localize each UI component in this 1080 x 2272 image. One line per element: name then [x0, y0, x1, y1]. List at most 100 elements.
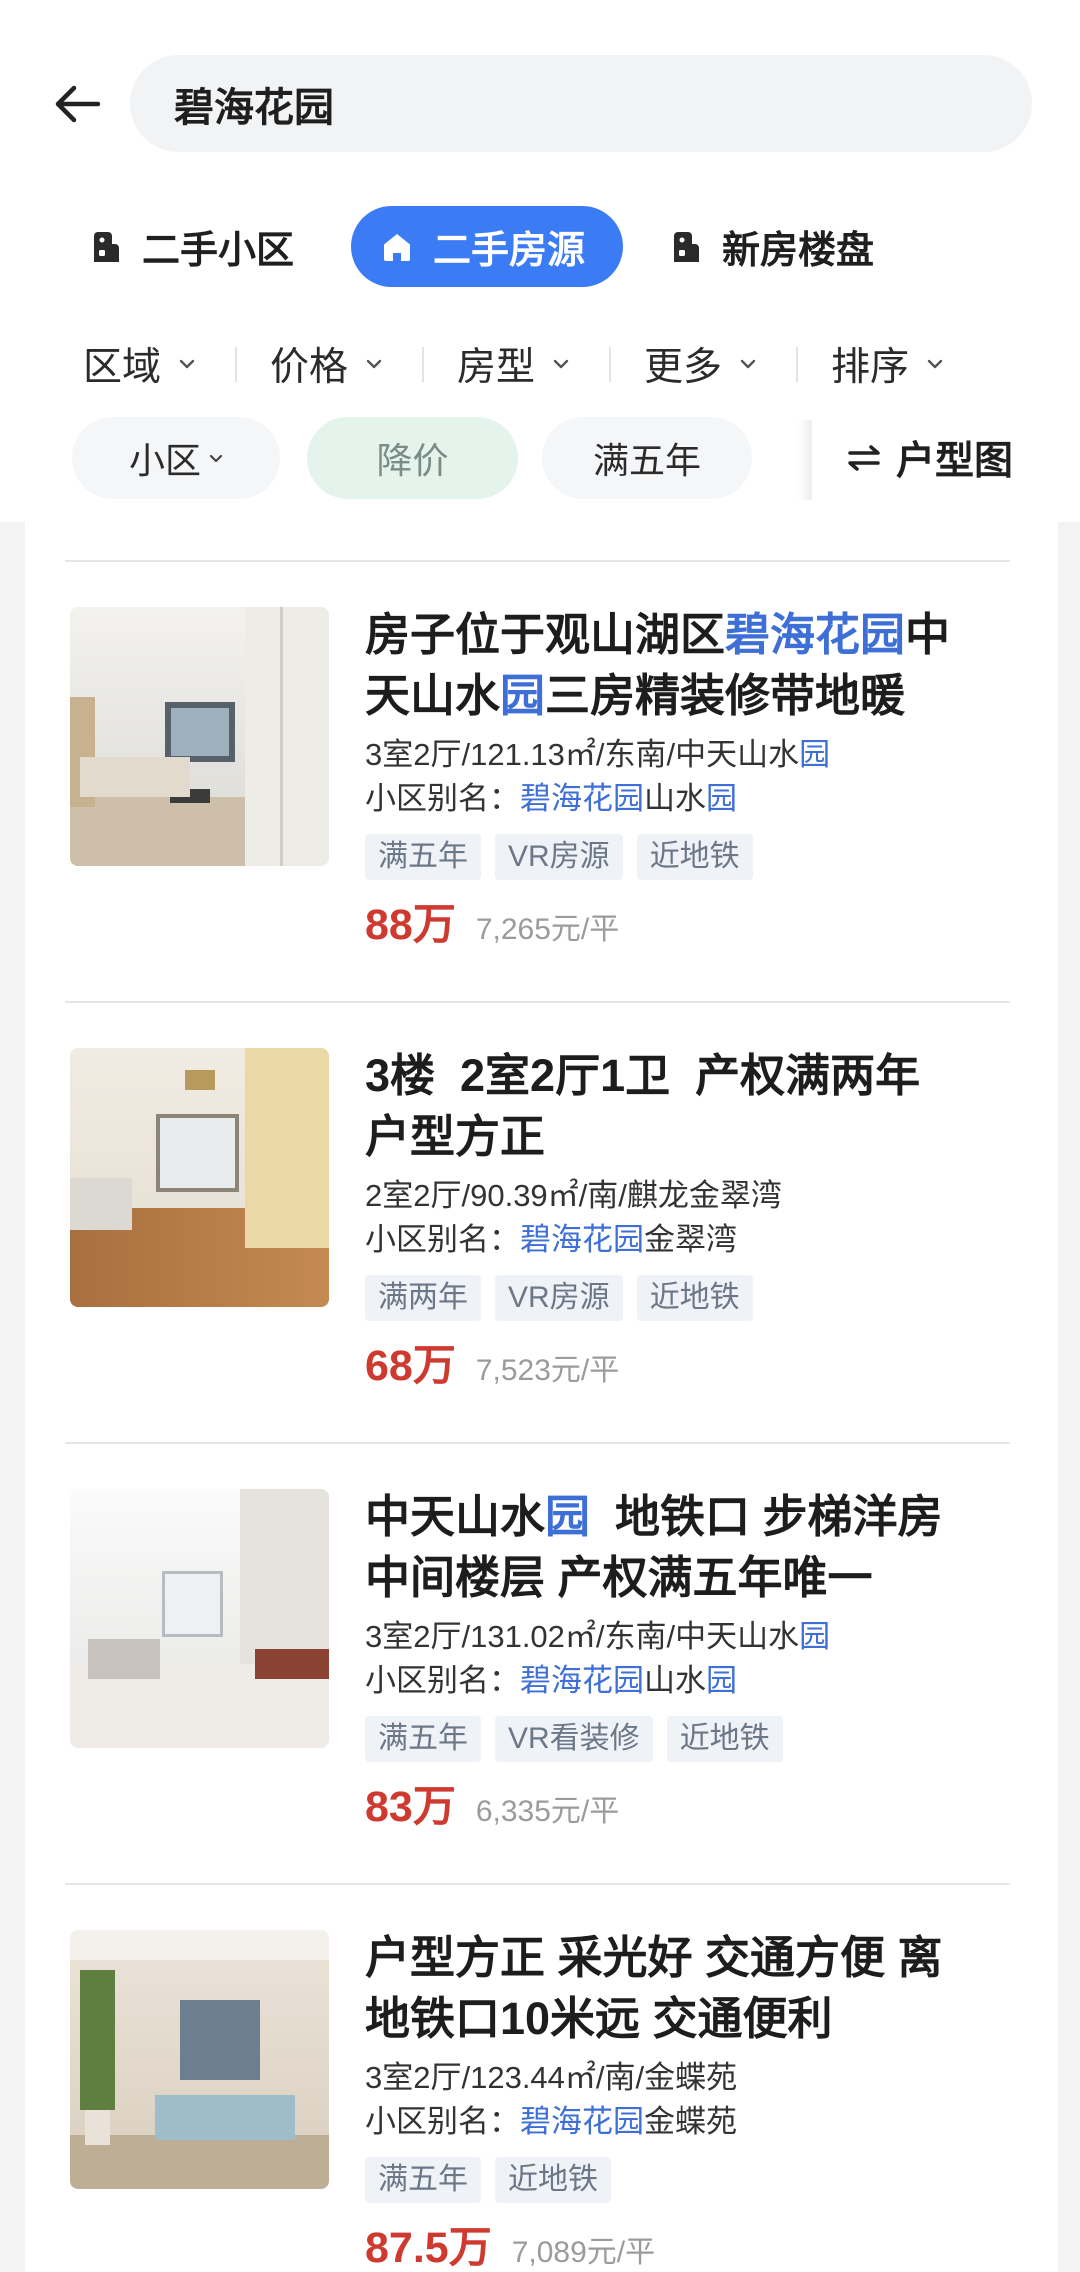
chip-price-drop[interactable]: 降价 [307, 417, 518, 499]
scroll-fade-edge [798, 420, 812, 500]
listing-card[interactable]: 房子位于观山湖区碧海花园中 天山水园三房精装修带地暖 3室2厅/121.13㎡/东南… [25, 560, 1058, 1001]
community-alias: 小区别名：碧海花园山水园 [365, 777, 737, 821]
info-text: 3室2厅/131.02㎡/东南/中天山水 [365, 1619, 800, 1654]
filter-layout[interactable]: 房型 [457, 340, 611, 389]
keyword-highlight: 园 [799, 737, 831, 772]
listing-title: 房子位于观山湖区碧海花园中 天山水园三房精装修带地暖 [365, 604, 950, 726]
chevron-down-icon [927, 359, 943, 369]
unit-price: 7,523元/平 [475, 1354, 620, 1387]
tag-list: 满五年 VR房源 近地铁 [365, 834, 753, 880]
listing-divider [65, 1883, 1010, 1885]
listing-photo [70, 1489, 329, 1748]
listing-photo [70, 607, 329, 866]
layout-info: 2室2厅/90.39㎡/南/麒龙金翠湾 [365, 1174, 782, 1218]
filter-price[interactable]: 价格 [270, 340, 424, 389]
keyword-highlight: 碧海花园 [520, 781, 644, 816]
total-price: 83万 [365, 1783, 456, 1831]
alias-text: 山水 [644, 1663, 706, 1698]
header: 碧海花园 二手小区 二手房源 新房楼盘 区域 价格 房型 更多 排序 小区 降价… [0, 0, 1080, 522]
filter-label: 区域 [83, 346, 162, 389]
price-row: 68万 7,523元/平 [365, 1344, 619, 1388]
floorplan-button[interactable]: 户型图 [846, 430, 1013, 486]
filter-more[interactable]: 更多 [644, 340, 798, 389]
info-text: 3室2厅/123.44㎡/南/金蝶苑 [365, 2060, 738, 2095]
tab-second-hand-listings[interactable]: 二手房源 [351, 206, 623, 287]
feature-tag: 近地铁 [636, 1275, 753, 1321]
title-text: 户型方正 [365, 1111, 546, 1162]
title-text: 中间楼层 产权满五年唯一 [365, 1552, 873, 1603]
keyword-highlight: 园 [706, 781, 737, 816]
tab-second-hand-community[interactable]: 二手小区 [90, 206, 294, 287]
feature-tag: 近地铁 [666, 1716, 783, 1762]
title-text: 地铁口 步梯洋房 [590, 1491, 943, 1542]
chevron-down-icon [740, 359, 756, 369]
feature-tag: VR看装修 [495, 1716, 653, 1762]
listing-card[interactable]: 中天山水园 地铁口 步梯洋房 中间楼层 产权满五年唯一 3室2厅/131.02㎡/东… [25, 1442, 1058, 1883]
listing-divider [65, 1442, 1010, 1444]
filter-area[interactable]: 区域 [83, 340, 237, 389]
chevron-down-icon [179, 359, 195, 369]
title-text: 地铁口10米远 交通便利 [365, 1993, 833, 2044]
alias-text: 小区别名： [365, 781, 520, 816]
listing-photo [70, 1048, 329, 1307]
feature-tag: VR房源 [495, 1275, 623, 1321]
keyword-highlight: 园 [545, 1491, 591, 1542]
tab-new-homes[interactable]: 新房楼盘 [670, 206, 874, 287]
alias-text: 金蝶苑 [644, 2104, 737, 2139]
unit-price: 7,265元/平 [475, 913, 620, 946]
info-text: 3室2厅/121.13㎡/东南/中天山水 [365, 737, 800, 772]
alias-text: 金翠湾 [644, 1222, 737, 1257]
chevron-down-icon [209, 454, 223, 462]
filter-label: 更多 [644, 346, 723, 389]
community-alias: 小区别名：碧海花园金翠湾 [365, 1218, 737, 1262]
listing-divider [65, 1001, 1010, 1003]
title-text: 户型方正 采光好 交通方便 离 [365, 1932, 943, 1983]
tag-list: 满两年 VR房源 近地铁 [365, 1275, 753, 1321]
listing-results[interactable]: 房子位于观山湖区碧海花园中 天山水园三房精装修带地暖 3室2厅/121.13㎡/东南… [25, 522, 1058, 2272]
filter-sort[interactable]: 排序 [831, 340, 943, 389]
keyword-highlight: 园 [500, 670, 546, 721]
listing-card[interactable]: 户型方正 采光好 交通方便 离地铁口10米远 交通便利 3室2厅/123.44㎡/… [25, 1883, 1058, 2272]
chip-label: 小区 [128, 440, 201, 481]
title-text: 3楼 2室2厅1卫 产权满两年 [365, 1050, 921, 1101]
tag-list: 满五年 VR看装修 近地铁 [365, 1716, 783, 1762]
total-price: 68万 [365, 1342, 456, 1390]
title-text: 中天山水 [365, 1491, 546, 1542]
feature-tag: 满五年 [365, 2157, 481, 2203]
tab-label: 二手房源 [433, 230, 586, 272]
chevron-down-icon [366, 359, 382, 369]
layout-info: 3室2厅/123.44㎡/南/金蝶苑 [365, 2056, 737, 2100]
chip-five-years[interactable]: 满五年 [542, 417, 752, 499]
feature-tag: VR房源 [495, 834, 623, 880]
title-text: 天山水 [365, 670, 501, 721]
building-icon [94, 231, 119, 262]
keyword-highlight: 园 [706, 1663, 737, 1698]
chip-label: 降价 [376, 440, 449, 481]
community-alias: 小区别名：碧海花园山水园 [365, 1659, 737, 1703]
arrow-left-icon [55, 85, 101, 123]
chip-community[interactable]: 小区 [72, 417, 280, 499]
unit-price: 7,089元/平 [511, 2236, 656, 2269]
alias-text: 小区别名： [365, 1663, 520, 1698]
filter-separator [422, 347, 424, 382]
search-bar[interactable]: 碧海花园 [130, 55, 1032, 152]
listing-divider [65, 560, 1010, 562]
total-price: 88万 [365, 901, 456, 949]
title-line: 中间楼层 产权满五年唯一 [365, 1547, 943, 1608]
search-query: 碧海花园 [174, 85, 334, 130]
swap-arrows-icon [848, 445, 880, 471]
listing-title: 中天山水园 地铁口 步梯洋房中间楼层 产权满五年唯一 [365, 1486, 943, 1608]
building-icon [674, 231, 699, 262]
filter-separator [796, 347, 798, 382]
filter-separator [235, 347, 237, 382]
keyword-highlight: 碧海花园 [520, 1222, 644, 1257]
keyword-highlight: 园 [799, 1619, 831, 1654]
listing-card[interactable]: 3楼 2室2厅1卫 产权满两年 户型方正 2室2厅/90.39㎡/南/麒龙金翠湾 小区… [25, 1001, 1058, 1442]
alias-text: 山水 [644, 781, 706, 816]
house-icon [384, 233, 410, 261]
feature-tag: 近地铁 [495, 2157, 611, 2203]
back-button[interactable] [46, 80, 108, 128]
title-text: 中 [905, 609, 951, 660]
tag-list: 满五年 近地铁 [365, 2157, 611, 2203]
total-price: 87.5万 [365, 2224, 492, 2272]
